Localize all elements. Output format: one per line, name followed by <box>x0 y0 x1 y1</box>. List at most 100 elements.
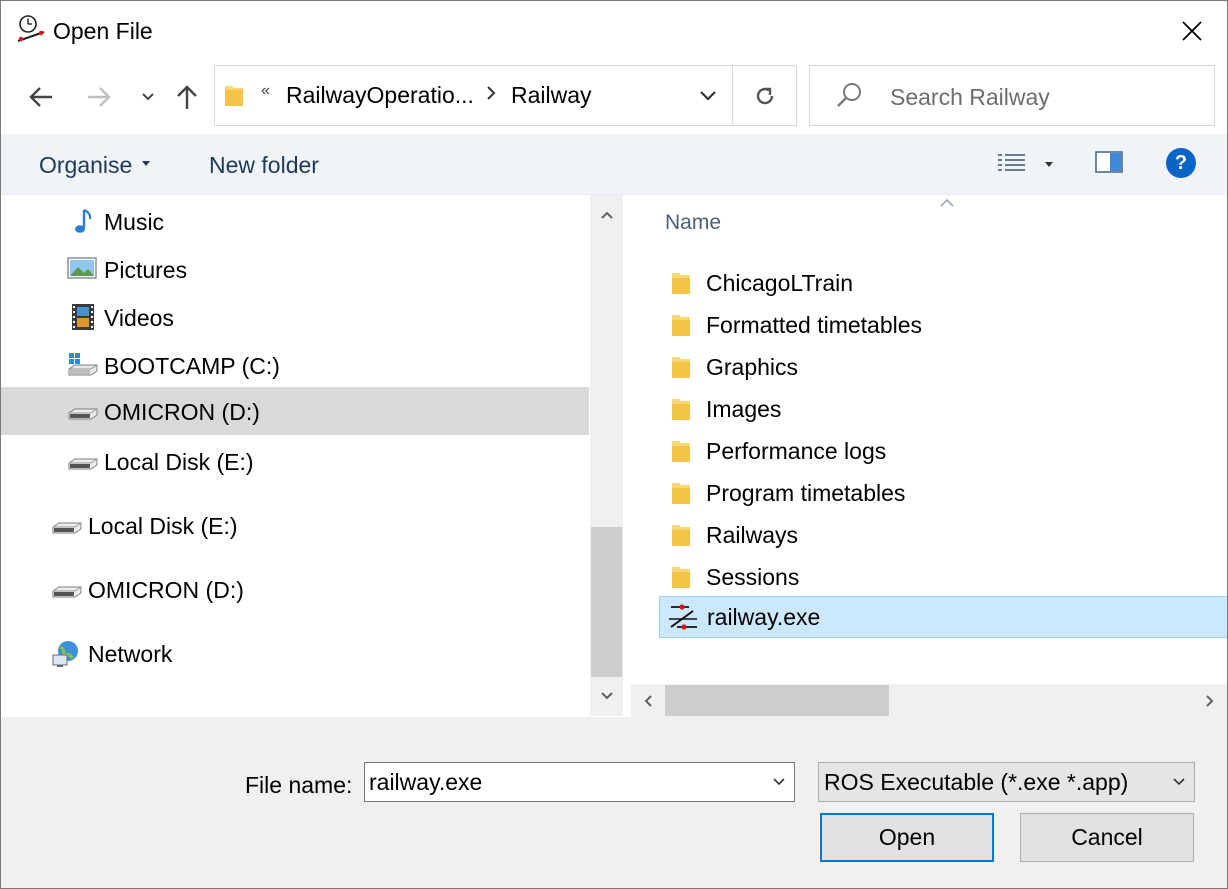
file-name-value: railway.exe <box>369 769 483 795</box>
railway-exe-icon <box>667 601 699 638</box>
nav-item-pictures[interactable]: Pictures <box>1 245 589 293</box>
chevron-left-icon <box>644 694 652 707</box>
sort-ascending-icon <box>939 195 955 213</box>
scroll-left-button[interactable] <box>631 684 665 717</box>
list-item[interactable]: ChicagoLTrain <box>659 262 1227 304</box>
navigation-pane[interactable]: Music Pictures Videos BOOTCAMP (C:) OMIC… <box>1 195 589 716</box>
open-button[interactable]: Open <box>820 813 994 862</box>
title-bar: Open File <box>1 1 1227 63</box>
file-name: Graphics <box>706 354 799 380</box>
dialog-footer: File name: railway.exe ROS Executable (*… <box>1 717 1227 888</box>
file-name: Images <box>706 396 782 422</box>
nav-item-local-disk-e-root[interactable]: Local Disk (E:) <box>1 501 589 549</box>
folder-icon <box>669 522 693 553</box>
close-icon <box>1182 21 1202 41</box>
nav-item-label: Network <box>88 641 173 667</box>
dropdown-caret-icon <box>142 161 150 166</box>
file-name-dropdown-button[interactable] <box>763 763 795 801</box>
chevron-down-icon <box>773 778 785 786</box>
close-button[interactable] <box>1161 5 1223 57</box>
scroll-down-button[interactable] <box>590 676 623 716</box>
chevron-down-icon <box>1173 778 1185 786</box>
list-item[interactable]: Graphics <box>659 346 1227 388</box>
pictures-icon <box>67 255 97 283</box>
nav-item-label: OMICRON (D:) <box>88 577 244 603</box>
preview-pane-icon[interactable] <box>1095 151 1123 178</box>
folder-icon <box>669 312 693 343</box>
folder-icon <box>669 270 693 301</box>
recent-locations-button[interactable] <box>131 77 165 117</box>
open-file-dialog: Open File « RailwayOperatio... Railway S… <box>0 0 1228 889</box>
column-header-name[interactable]: Name <box>665 211 721 235</box>
ros-clock-icon <box>15 13 47 45</box>
list-item[interactable]: Sessions <box>659 556 1227 598</box>
cancel-button[interactable]: Cancel <box>1020 813 1194 862</box>
nav-item-music[interactable]: Music <box>1 197 589 245</box>
help-button[interactable]: ? <box>1166 148 1196 178</box>
address-overflow[interactable]: « <box>261 82 270 100</box>
nav-item-bootcamp-c[interactable]: BOOTCAMP (C:) <box>1 341 589 389</box>
file-name: Formatted timetables <box>706 312 923 338</box>
file-name: Railways <box>706 522 799 548</box>
scroll-right-button[interactable] <box>1193 684 1227 717</box>
new-folder-button[interactable]: New folder <box>209 152 319 179</box>
pane-splitter[interactable] <box>623 195 631 716</box>
search-input[interactable]: Search Railway <box>809 65 1215 126</box>
folder-icon <box>669 564 693 595</box>
back-button[interactable] <box>23 77 59 117</box>
scroll-up-button[interactable] <box>590 195 623 235</box>
list-item-selected[interactable]: railway.exe <box>659 596 1227 638</box>
nav-item-omicron-d[interactable]: OMICRON (D:) <box>1 387 589 435</box>
nav-item-label: Music <box>104 209 165 235</box>
windows-drive-icon <box>67 351 98 379</box>
breadcrumb-segment[interactable]: RailwayOperatio... <box>286 82 474 109</box>
scroll-thumb[interactable] <box>665 685 889 716</box>
list-item[interactable]: Railways <box>659 514 1227 556</box>
nav-item-label: Local Disk (E:) <box>88 513 238 539</box>
folder-icon <box>223 82 245 113</box>
drive-icon <box>51 575 82 603</box>
network-icon <box>51 639 81 667</box>
folder-icon <box>669 438 693 469</box>
file-name: Performance logs <box>706 438 887 464</box>
nav-item-videos[interactable]: Videos <box>1 293 589 341</box>
scroll-thumb[interactable] <box>591 527 622 677</box>
folder-icon <box>669 354 693 385</box>
list-item[interactable]: Performance logs <box>659 430 1227 472</box>
command-toolbar: Organise New folder ? <box>1 134 1227 195</box>
nav-pane-scrollbar[interactable] <box>590 195 623 716</box>
chevron-down-icon <box>600 692 613 700</box>
dialog-title: Open File <box>53 18 153 44</box>
arrow-up-icon <box>177 85 197 109</box>
search-placeholder: Search Railway <box>890 84 1050 110</box>
up-button[interactable] <box>169 77 205 117</box>
refresh-button[interactable] <box>733 66 796 125</box>
address-dropdown-button[interactable] <box>683 66 733 125</box>
file-name: ChicagoLTrain <box>706 270 854 296</box>
file-list-horizontal-scrollbar[interactable] <box>631 684 1227 717</box>
nav-item-network[interactable]: Network <box>1 629 589 677</box>
list-item[interactable]: Program timetables <box>659 472 1227 514</box>
folder-icon <box>669 480 693 511</box>
file-name-field[interactable]: railway.exe <box>364 762 795 802</box>
details-view-icon[interactable] <box>997 152 1027 181</box>
address-bar[interactable]: « RailwayOperatio... Railway <box>214 65 797 126</box>
forward-button[interactable] <box>81 77 117 117</box>
search-icon <box>834 80 864 115</box>
file-list[interactable]: Name ChicagoLTrain Formatted timetables … <box>631 195 1227 683</box>
arrow-right-icon <box>88 87 111 107</box>
nav-item-label: Videos <box>104 305 174 331</box>
file-name: Sessions <box>706 564 800 590</box>
breadcrumb-chevron-icon[interactable] <box>485 84 497 107</box>
list-item[interactable]: Images <box>659 388 1227 430</box>
views-dropdown-caret-icon[interactable] <box>1045 162 1053 167</box>
file-type-dropdown-button[interactable] <box>1163 763 1195 801</box>
organise-menu-button[interactable]: Organise <box>39 152 132 179</box>
file-type-select[interactable]: ROS Executable (*.exe *.app) <box>818 762 1195 802</box>
nav-item-omicron-d-root[interactable]: OMICRON (D:) <box>1 565 589 613</box>
refresh-icon <box>756 87 773 104</box>
nav-item-local-disk-e[interactable]: Local Disk (E:) <box>1 437 589 485</box>
nav-item-label: OMICRON (D:) <box>104 399 260 425</box>
list-item[interactable]: Formatted timetables <box>659 304 1227 346</box>
breadcrumb-segment[interactable]: Railway <box>511 82 592 109</box>
